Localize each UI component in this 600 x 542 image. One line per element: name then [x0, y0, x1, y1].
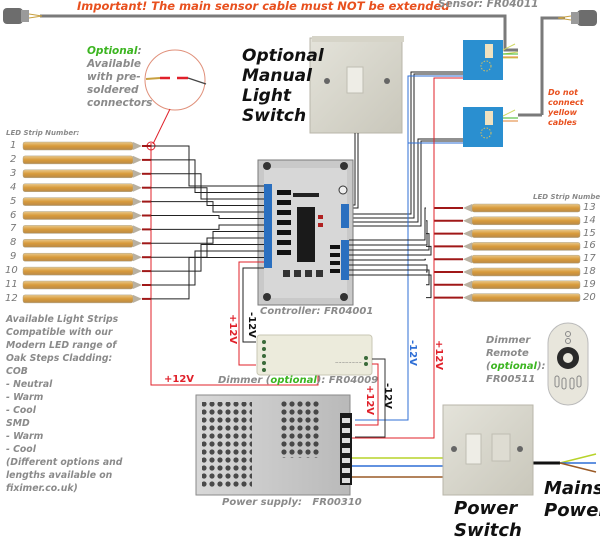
- led-strip-number: 12: [5, 292, 18, 304]
- led-strip: [349, 242, 581, 256]
- led-strip-heading-right: LED Strip Number:: [533, 193, 600, 201]
- voltage-label-plus12-dimmer-in: +12V: [227, 314, 238, 345]
- strips-info-line: lengths available on: [6, 470, 113, 481]
- svg-text:~~~~~~~~: ~~~~~~~~: [335, 360, 362, 365]
- strips-info-line: fiximer.co.uk): [6, 483, 78, 494]
- voltage-label-minus12-sensor: -12V: [407, 340, 418, 366]
- strips-info-line: COB: [6, 366, 28, 377]
- controller-board: [257, 159, 354, 306]
- strips-info-line: - Warm: [6, 392, 44, 403]
- strips-info-line: Available Light Strips: [6, 314, 119, 325]
- manual-light-switch: [309, 36, 404, 134]
- optional-line: Available: [87, 58, 142, 70]
- dimmer-remote: [547, 322, 589, 406]
- led-strip-number: 3: [10, 167, 17, 179]
- led-strip-number: 11: [5, 279, 18, 290]
- led-strip: [349, 254, 581, 264]
- controller-label: Controller: FR04001: [260, 306, 374, 317]
- led-strip-number: 15: [583, 227, 596, 239]
- dimmer-unit: ~~~~~~~~: [256, 334, 373, 376]
- led-strip: [22, 211, 264, 220]
- strips-info-line: Oak Steps Cladding:: [6, 353, 113, 364]
- led-strip-number: 13: [583, 202, 596, 213]
- led-strip-number: 16: [583, 240, 596, 252]
- strips-info-line: Modern LED range of: [6, 340, 117, 351]
- power-switch: [442, 404, 534, 496]
- optional-connectors-note: Optional: Available with pre- soldered c…: [87, 45, 153, 109]
- strips-info-line: (Different options and: [6, 457, 123, 468]
- voltage-label-minus12-dimmer-in: -12V: [246, 312, 257, 338]
- sensor-label: Sensor: FR04011: [438, 0, 539, 10]
- dimmer-optional: optional: [270, 375, 317, 386]
- dimmer-label: Dimmer (optional): FR04009: [218, 375, 379, 386]
- led-strip-number: 19: [583, 278, 596, 290]
- strips-info-line: SMD: [6, 418, 30, 429]
- led-strip-number: 14: [583, 214, 596, 226]
- mains-power-title: Mains Power: [544, 478, 600, 521]
- dimmer-remote-label: Dimmer Remote (optional): FR00511: [486, 335, 546, 385]
- led-strip-number: 8: [10, 237, 17, 249]
- voltage-label-plus12-sensor: +12V: [433, 340, 444, 371]
- led-strip-heading-left: LED Strip Number:: [6, 129, 80, 137]
- power-supply: [195, 394, 352, 496]
- led-strip: [22, 257, 264, 304]
- remote-optional: optional: [490, 361, 537, 372]
- led-strip-number: 4: [10, 181, 17, 193]
- left-led-strips: [22, 141, 264, 304]
- yellow-cable-warning: Do not connect yellow cables: [548, 88, 584, 127]
- led-strip-number: 5: [10, 195, 17, 207]
- connector-detail-callout: [144, 49, 207, 151]
- power-supply-label: Power supply: FR00310: [222, 497, 362, 508]
- sensor-module-bottom: [463, 107, 518, 147]
- led-strip-number: 10: [5, 265, 18, 277]
- strips-info-line: - Cool: [6, 405, 36, 416]
- strips-info-line: - Neutral: [6, 379, 53, 390]
- optional-line: with pre-: [87, 71, 141, 83]
- led-strip-number: 17: [583, 253, 596, 265]
- led-strip-number: 18: [583, 266, 596, 277]
- sensor-module-top: [463, 40, 519, 80]
- strips-info-line: Compatible with our: [6, 327, 113, 338]
- voltage-label-plus12-bus: +12V: [164, 374, 195, 385]
- led-strip-number: 6: [10, 209, 17, 221]
- power-switch-title: Power Switch: [454, 498, 522, 541]
- led-strip-number: 2: [10, 153, 17, 165]
- led-strip-number: 9: [10, 251, 17, 263]
- optional-line: connectors: [87, 97, 153, 109]
- voltage-label-plus12-psu: +12V: [364, 385, 375, 416]
- sensor-plug-left: [3, 8, 43, 24]
- led-strip-number: 7: [10, 223, 17, 235]
- strips-info-line: - Cool: [6, 444, 36, 455]
- led-strip-number: 1: [10, 140, 17, 151]
- led-strip: [22, 197, 264, 213]
- sensor-cable-warning: Important! The main sensor cable must NO…: [77, 0, 450, 13]
- voltage-label-minus12-psu: -12V: [382, 383, 393, 409]
- led-strip: [22, 224, 264, 234]
- led-strip-number: 20: [583, 291, 596, 303]
- strips-info-line: - Warm: [6, 431, 44, 442]
- optional-line: soldered: [87, 84, 139, 96]
- manual-switch-title: Optional Manual Light Switch: [242, 46, 324, 126]
- strips-info: Available Light Strips Compatible with ou…: [6, 313, 122, 495]
- optional-heading: Optional: [87, 45, 138, 57]
